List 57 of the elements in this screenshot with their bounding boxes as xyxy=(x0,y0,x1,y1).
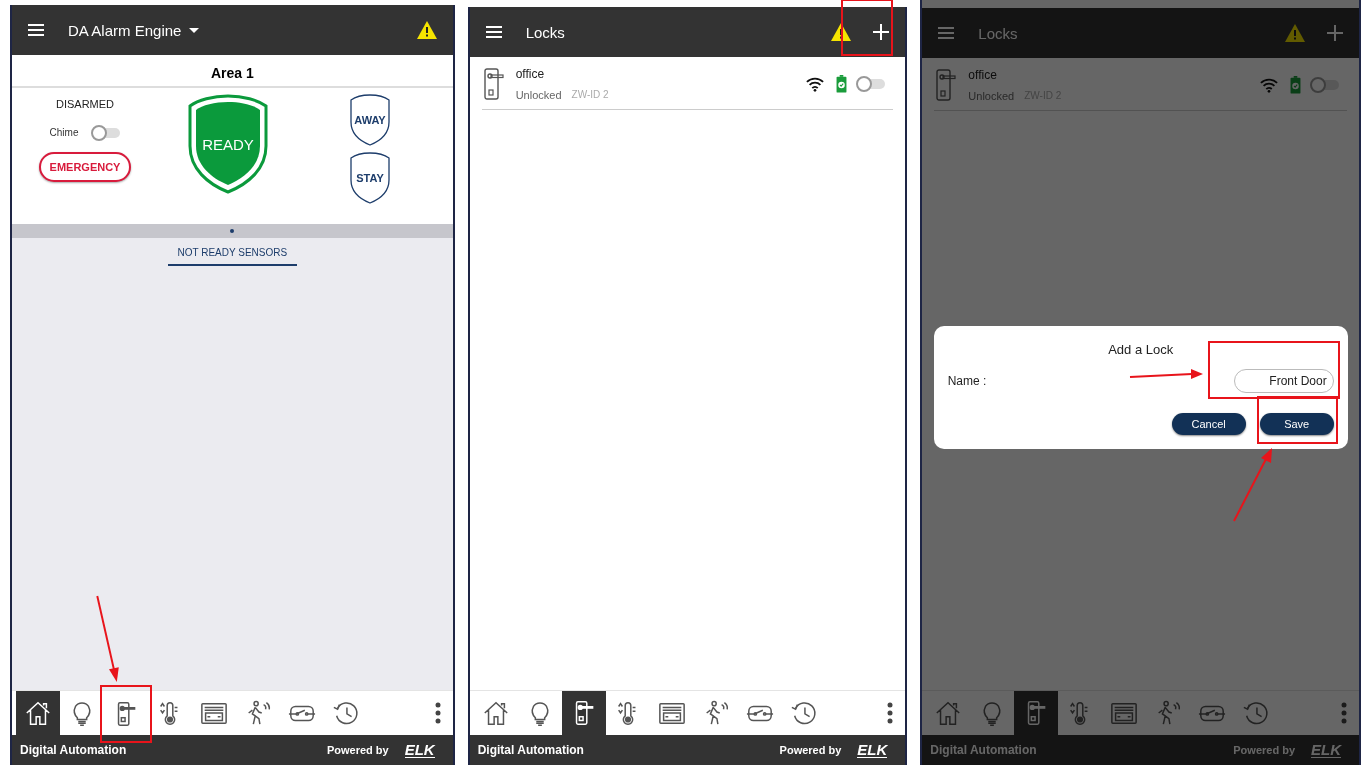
lock-status: Unlocked xyxy=(515,89,562,101)
lock-toggle[interactable] xyxy=(1311,80,1339,90)
elk-logo: ELK xyxy=(404,742,435,758)
battery-icon xyxy=(836,75,848,93)
menu-icon[interactable] xyxy=(28,24,44,36)
powered-by-label: Powered by xyxy=(779,744,842,756)
nav-tab[interactable] xyxy=(561,691,606,735)
menu-icon[interactable] xyxy=(485,26,502,38)
dialog-title: Add a Lock xyxy=(1107,342,1175,357)
powered-by-label: Powered by xyxy=(1233,744,1295,756)
chime-label: Chime xyxy=(49,127,79,138)
history-icon xyxy=(332,699,360,727)
lock-status: Unlocked xyxy=(968,90,1015,102)
nav-tab[interactable] xyxy=(100,685,152,743)
warning-icon[interactable] xyxy=(416,21,437,39)
area-title: Area 1 xyxy=(12,55,453,88)
away-shield-button[interactable]: AWAY xyxy=(350,94,390,146)
stay-shield-button[interactable]: STAY xyxy=(350,152,390,204)
not-ready-sensors-tab[interactable]: NOT READY SENSORS xyxy=(167,245,298,266)
screen-title[interactable]: DA Alarm Engine xyxy=(68,21,182,39)
ready-shield-button[interactable]: READY xyxy=(188,94,268,194)
add-icon[interactable] xyxy=(873,24,890,40)
save-button[interactable]: Save xyxy=(1259,413,1334,435)
nav-tab[interactable] xyxy=(16,691,60,735)
powered-by-label: Powered by xyxy=(326,744,389,756)
door-lock-icon xyxy=(936,69,957,101)
elk-logo: ELK xyxy=(857,742,888,758)
home-icon xyxy=(481,699,510,727)
cancel-button[interactable]: Cancel xyxy=(1171,413,1246,435)
door-lock-icon xyxy=(483,68,504,100)
emergency-button[interactable]: EMERGENCY xyxy=(38,152,132,182)
chime-toggle[interactable] xyxy=(92,127,121,138)
footer-brand: Digital Automation xyxy=(477,743,584,757)
name-label: Name : xyxy=(947,374,987,388)
lock-toggle[interactable] xyxy=(857,79,886,89)
lock-name: office xyxy=(515,67,546,81)
more-options-icon[interactable] xyxy=(887,702,894,724)
footer-brand: Digital Automation xyxy=(20,743,127,757)
lock-id: ZW-ID 2 xyxy=(571,89,609,101)
footer-brand: Digital Automation xyxy=(930,743,1037,757)
screen-title[interactable]: Locks xyxy=(525,23,565,41)
battery-icon xyxy=(1290,76,1301,94)
name-input-field[interactable]: Front Door xyxy=(1233,369,1334,393)
arm-status: DISARMED xyxy=(55,98,115,110)
wifi-signal-icon xyxy=(1260,77,1278,93)
history-icon xyxy=(1242,699,1271,727)
wifi-signal-icon xyxy=(806,76,825,92)
elk-logo: ELK xyxy=(1311,742,1341,758)
warning-icon[interactable] xyxy=(831,23,852,41)
history-icon xyxy=(789,699,818,727)
home-icon xyxy=(24,699,52,727)
home-icon xyxy=(934,699,963,727)
lock-name: office xyxy=(968,68,998,82)
caret-icon[interactable] xyxy=(189,27,200,33)
lock-row[interactable]: office Unlocked ZW-ID 2 xyxy=(481,57,894,110)
more-options-icon[interactable] xyxy=(434,702,441,724)
page-dot xyxy=(230,229,235,233)
